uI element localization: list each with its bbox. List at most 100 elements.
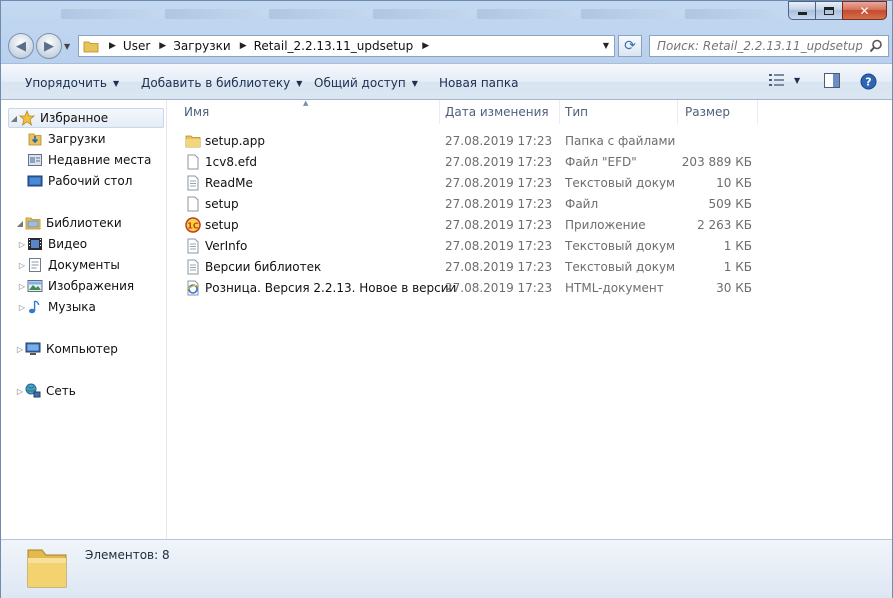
text-file-icon: [187, 175, 199, 191]
sidebar-item-label: Компьютер: [46, 342, 118, 356]
details-pane: Элементов: 8: [1, 539, 892, 598]
file-size: 1 КБ: [723, 239, 752, 253]
new-folder-button[interactable]: Новая папка: [439, 76, 518, 90]
collapsed-arrow-icon[interactable]: ▷: [17, 261, 27, 270]
sidebar-item-network[interactable]: ▷ Сеть: [15, 381, 165, 401]
file-row[interactable]: Розница. Версия 2.2.13. Новое в версии 2…: [180, 278, 880, 298]
sidebar-item-label: Загрузки: [48, 132, 106, 146]
column-header-name[interactable]: ▲ Имя: [168, 99, 440, 124]
file-name: setup: [205, 218, 239, 232]
minimize-icon: [797, 12, 807, 15]
column-header-label: Размер: [685, 105, 731, 119]
organize-button[interactable]: Упорядочить ▼: [25, 76, 119, 90]
search-icon[interactable]: [869, 39, 883, 53]
address-bar[interactable]: ▶ User ▶ Загрузки ▶ Retail_2.2.13.11_upd…: [78, 35, 615, 57]
computer-icon: [25, 341, 41, 357]
collapsed-arrow-icon[interactable]: ▷: [17, 303, 27, 312]
add-to-library-button[interactable]: Добавить в библиотеку ▼: [141, 76, 302, 90]
new-folder-label: Новая папка: [439, 76, 519, 90]
item-count: Элементов: 8: [85, 548, 170, 562]
view-list-icon: [769, 74, 784, 86]
sidebar-item-downloads[interactable]: Загрузки: [27, 129, 165, 149]
file-size: 203 889 КБ: [681, 155, 752, 169]
sidebar-item-recent-places[interactable]: Недавние места: [27, 150, 165, 170]
breadcrumb-downloads[interactable]: Загрузки: [173, 39, 231, 53]
sidebar-item-desktop[interactable]: Рабочий стол: [27, 171, 165, 191]
column-header-size[interactable]: Размер: [678, 100, 758, 124]
sidebar-item-label: Документы: [48, 258, 120, 272]
ie-html-icon: [186, 280, 200, 296]
refresh-button[interactable]: ⟳: [618, 35, 642, 57]
command-bar: Упорядочить ▼ Добавить в библиотеку ▼ Общи…: [1, 63, 892, 100]
sidebar-item-label: Сеть: [46, 384, 76, 398]
recent-pages-dropdown[interactable]: ▼: [64, 42, 74, 51]
file-size: 509 КБ: [708, 197, 752, 211]
file-icon: [187, 154, 199, 170]
search-input[interactable]: [657, 39, 862, 53]
address-history-dropdown[interactable]: ▼: [603, 41, 609, 50]
preview-pane-button[interactable]: [824, 73, 840, 88]
back-button[interactable]: ◀: [8, 33, 34, 59]
chevron-right-icon[interactable]: ▶: [240, 41, 247, 51]
file-type: Текстовый докум...: [565, 239, 675, 253]
collapsed-arrow-icon[interactable]: ▷: [15, 345, 25, 354]
recent-places-icon: [27, 152, 43, 168]
file-row[interactable]: 1C setup 27.08.2019 17:23 Приложение 2 2…: [180, 215, 880, 235]
file-date: 27.08.2019 17:23: [445, 281, 553, 295]
add-to-library-label: Добавить в библиотеку: [141, 76, 291, 90]
collapsed-arrow-icon[interactable]: ▷: [15, 387, 25, 396]
svg-text:?: ?: [865, 76, 871, 89]
explorer-window: ✕ ◀ ▶ ▼ ▶ User ▶ Загрузки ▶ Retail_2.2.1…: [0, 0, 893, 598]
file-row[interactable]: setup.app 27.08.2019 17:23 Папка с файла…: [180, 131, 880, 151]
file-row[interactable]: VerInfo 27.08.2019 17:23 Текстовый докум…: [180, 236, 880, 256]
help-button[interactable]: ?: [860, 73, 877, 90]
expanded-arrow-icon[interactable]: ◢: [9, 114, 19, 123]
breadcrumb-current-folder[interactable]: Retail_2.2.13.11_updsetup: [254, 39, 414, 53]
sidebar-item-favorites[interactable]: ◢ Избранное: [8, 108, 164, 128]
sidebar-item-documents[interactable]: ▷ Документы: [19, 255, 165, 275]
breadcrumb-user[interactable]: User: [123, 39, 150, 53]
chevron-right-icon[interactable]: ▶: [422, 41, 429, 51]
file-date: 27.08.2019 17:23: [445, 197, 553, 211]
maximize-button[interactable]: [815, 1, 842, 20]
refresh-icon: ⟳: [624, 38, 636, 54]
text-file-icon: [187, 238, 199, 254]
file-row[interactable]: ReadMe 27.08.2019 17:23 Текстовый докум.…: [180, 173, 880, 193]
sidebar-item-video[interactable]: ▷ Видео: [19, 234, 165, 254]
file-name: setup.app: [205, 134, 265, 148]
sidebar-item-pictures[interactable]: ▷ Изображения: [19, 276, 165, 296]
file-date: 27.08.2019 17:23: [445, 239, 553, 253]
content-area: ◢ Избранное Загрузки Недавние места Рабо…: [1, 99, 892, 539]
maximize-icon: [824, 6, 834, 15]
file-row[interactable]: 1cv8.efd 27.08.2019 17:23 Файл "EFD" 203…: [180, 152, 880, 172]
file-size: 30 КБ: [716, 281, 752, 295]
file-date: 27.08.2019 17:23: [445, 155, 553, 169]
change-view-button[interactable]: ▼: [768, 73, 800, 87]
file-name: VerInfo: [205, 239, 248, 253]
file-type: Папка с файлами: [565, 134, 675, 148]
breadcrumb: ▶ User ▶ Загрузки ▶ Retail_2.2.13.11_upd…: [105, 39, 436, 53]
sidebar-item-label: Видео: [48, 237, 88, 251]
sidebar-item-computer[interactable]: ▷ Компьютер: [15, 339, 165, 359]
title-bar[interactable]: ✕: [1, 1, 892, 31]
share-button[interactable]: Общий доступ ▼: [314, 76, 418, 90]
column-header-date[interactable]: Дата изменения: [440, 100, 560, 124]
chevron-right-icon[interactable]: ▶: [109, 41, 116, 51]
sidebar-item-libraries[interactable]: ◢ Библиотеки: [15, 213, 165, 233]
file-row[interactable]: setup 27.08.2019 17:23 Файл 509 КБ: [180, 194, 880, 214]
column-header-label: Дата изменения: [445, 105, 549, 119]
file-row[interactable]: Версии библиотек 27.08.2019 17:23 Тексто…: [180, 257, 880, 277]
minimize-button[interactable]: [788, 1, 815, 20]
file-date: 27.08.2019 17:23: [445, 134, 553, 148]
collapsed-arrow-icon[interactable]: ▷: [17, 240, 27, 249]
close-button[interactable]: ✕: [842, 1, 887, 20]
arrow-right-icon: ▶: [44, 38, 54, 54]
expanded-arrow-icon[interactable]: ◢: [15, 219, 25, 228]
chevron-right-icon[interactable]: ▶: [159, 41, 166, 51]
forward-button[interactable]: ▶: [36, 33, 62, 59]
file-icon: [187, 196, 199, 212]
column-header-type[interactable]: Тип: [560, 100, 678, 124]
sidebar-item-music[interactable]: ▷ Музыка: [19, 297, 165, 317]
downloads-folder-icon: [27, 131, 43, 147]
collapsed-arrow-icon[interactable]: ▷: [17, 282, 27, 291]
